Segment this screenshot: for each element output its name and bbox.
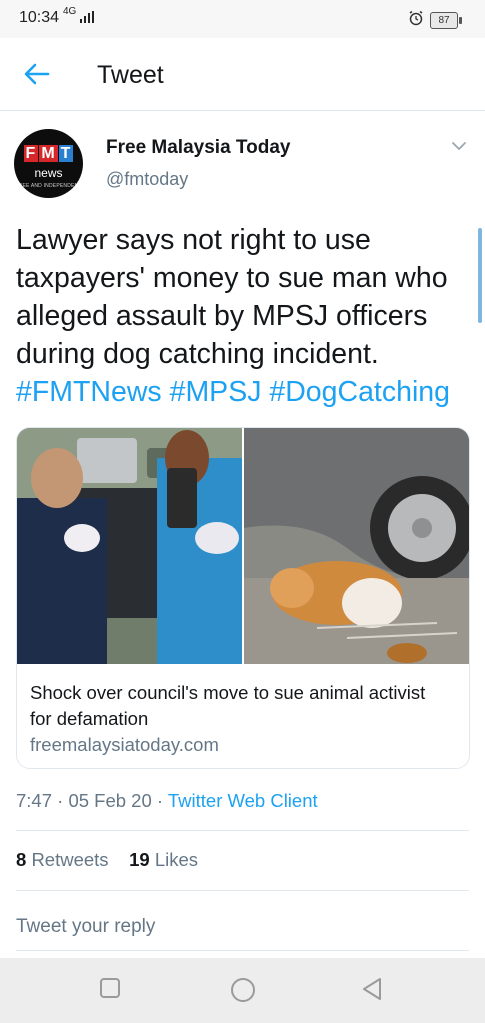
back-arrow-icon[interactable]: [24, 62, 50, 86]
retweets-label: Retweets: [31, 849, 109, 870]
chevron-down-icon[interactable]: [451, 140, 467, 152]
logo-subtitle: news: [34, 166, 63, 180]
reply-input[interactable]: Tweet your reply: [16, 916, 155, 938]
tweet-text: Lawyer says not right to use taxpayers' …: [16, 221, 474, 411]
divider: [16, 950, 469, 951]
card-title: Shock over council's move to sue animal …: [30, 682, 426, 729]
avatar[interactable]: FMT news FREE AND INDEPENDENT: [14, 129, 83, 198]
home-icon[interactable]: [230, 977, 256, 1003]
back-nav-icon[interactable]: [361, 977, 383, 1001]
author-name[interactable]: Free Malaysia Today: [106, 137, 290, 159]
likes-stat[interactable]: 19 Likes: [129, 849, 198, 870]
network-type: 4G: [63, 6, 77, 17]
tweet-hashtags[interactable]: #FMTNews #MPSJ #DogCatching: [16, 376, 450, 408]
alarm-clock-icon: [409, 10, 423, 26]
tweet-source-link[interactable]: Twitter Web Client: [168, 790, 318, 811]
tweet-timestamp: 7:47 · 05 Feb 20 ·: [16, 790, 168, 811]
status-bar: 10:34 4G 87: [0, 0, 485, 38]
status-time: 10:34: [19, 9, 60, 26]
tweet-metadata: 7:47 · 05 Feb 20 · Twitter Web Client: [16, 790, 318, 812]
tweet-body: Lawyer says not right to use taxpayers' …: [16, 224, 448, 370]
system-nav-bar: [0, 958, 485, 1023]
logo-tagline: FREE AND INDEPENDENT: [15, 183, 82, 189]
retweets-count: 8: [16, 849, 27, 870]
retweets-stat[interactable]: 8 Retweets: [16, 849, 109, 870]
scrollbar[interactable]: [478, 228, 482, 323]
article-thumbnail-image: [17, 428, 469, 664]
top-app-bar: Tweet: [0, 38, 485, 111]
link-card[interactable]: Shock over council's move to sue animal …: [16, 427, 470, 769]
signal-icon: [80, 11, 94, 23]
divider: [16, 890, 469, 891]
author-handle[interactable]: @fmtoday: [106, 169, 188, 190]
divider: [16, 830, 469, 831]
card-domain: freemalaysiatoday.com: [30, 734, 219, 755]
likes-label: Likes: [154, 849, 199, 870]
battery-icon: 87: [430, 12, 462, 29]
page-title: Tweet: [97, 61, 164, 89]
tweet-author: FMT news FREE AND INDEPENDENT Free Malay…: [0, 122, 485, 202]
tweet-stats: 8 Retweets 19 Likes: [16, 849, 198, 871]
likes-count: 19: [129, 849, 150, 870]
recent-apps-icon[interactable]: [99, 977, 121, 999]
fmt-logo: FMT: [23, 145, 74, 162]
